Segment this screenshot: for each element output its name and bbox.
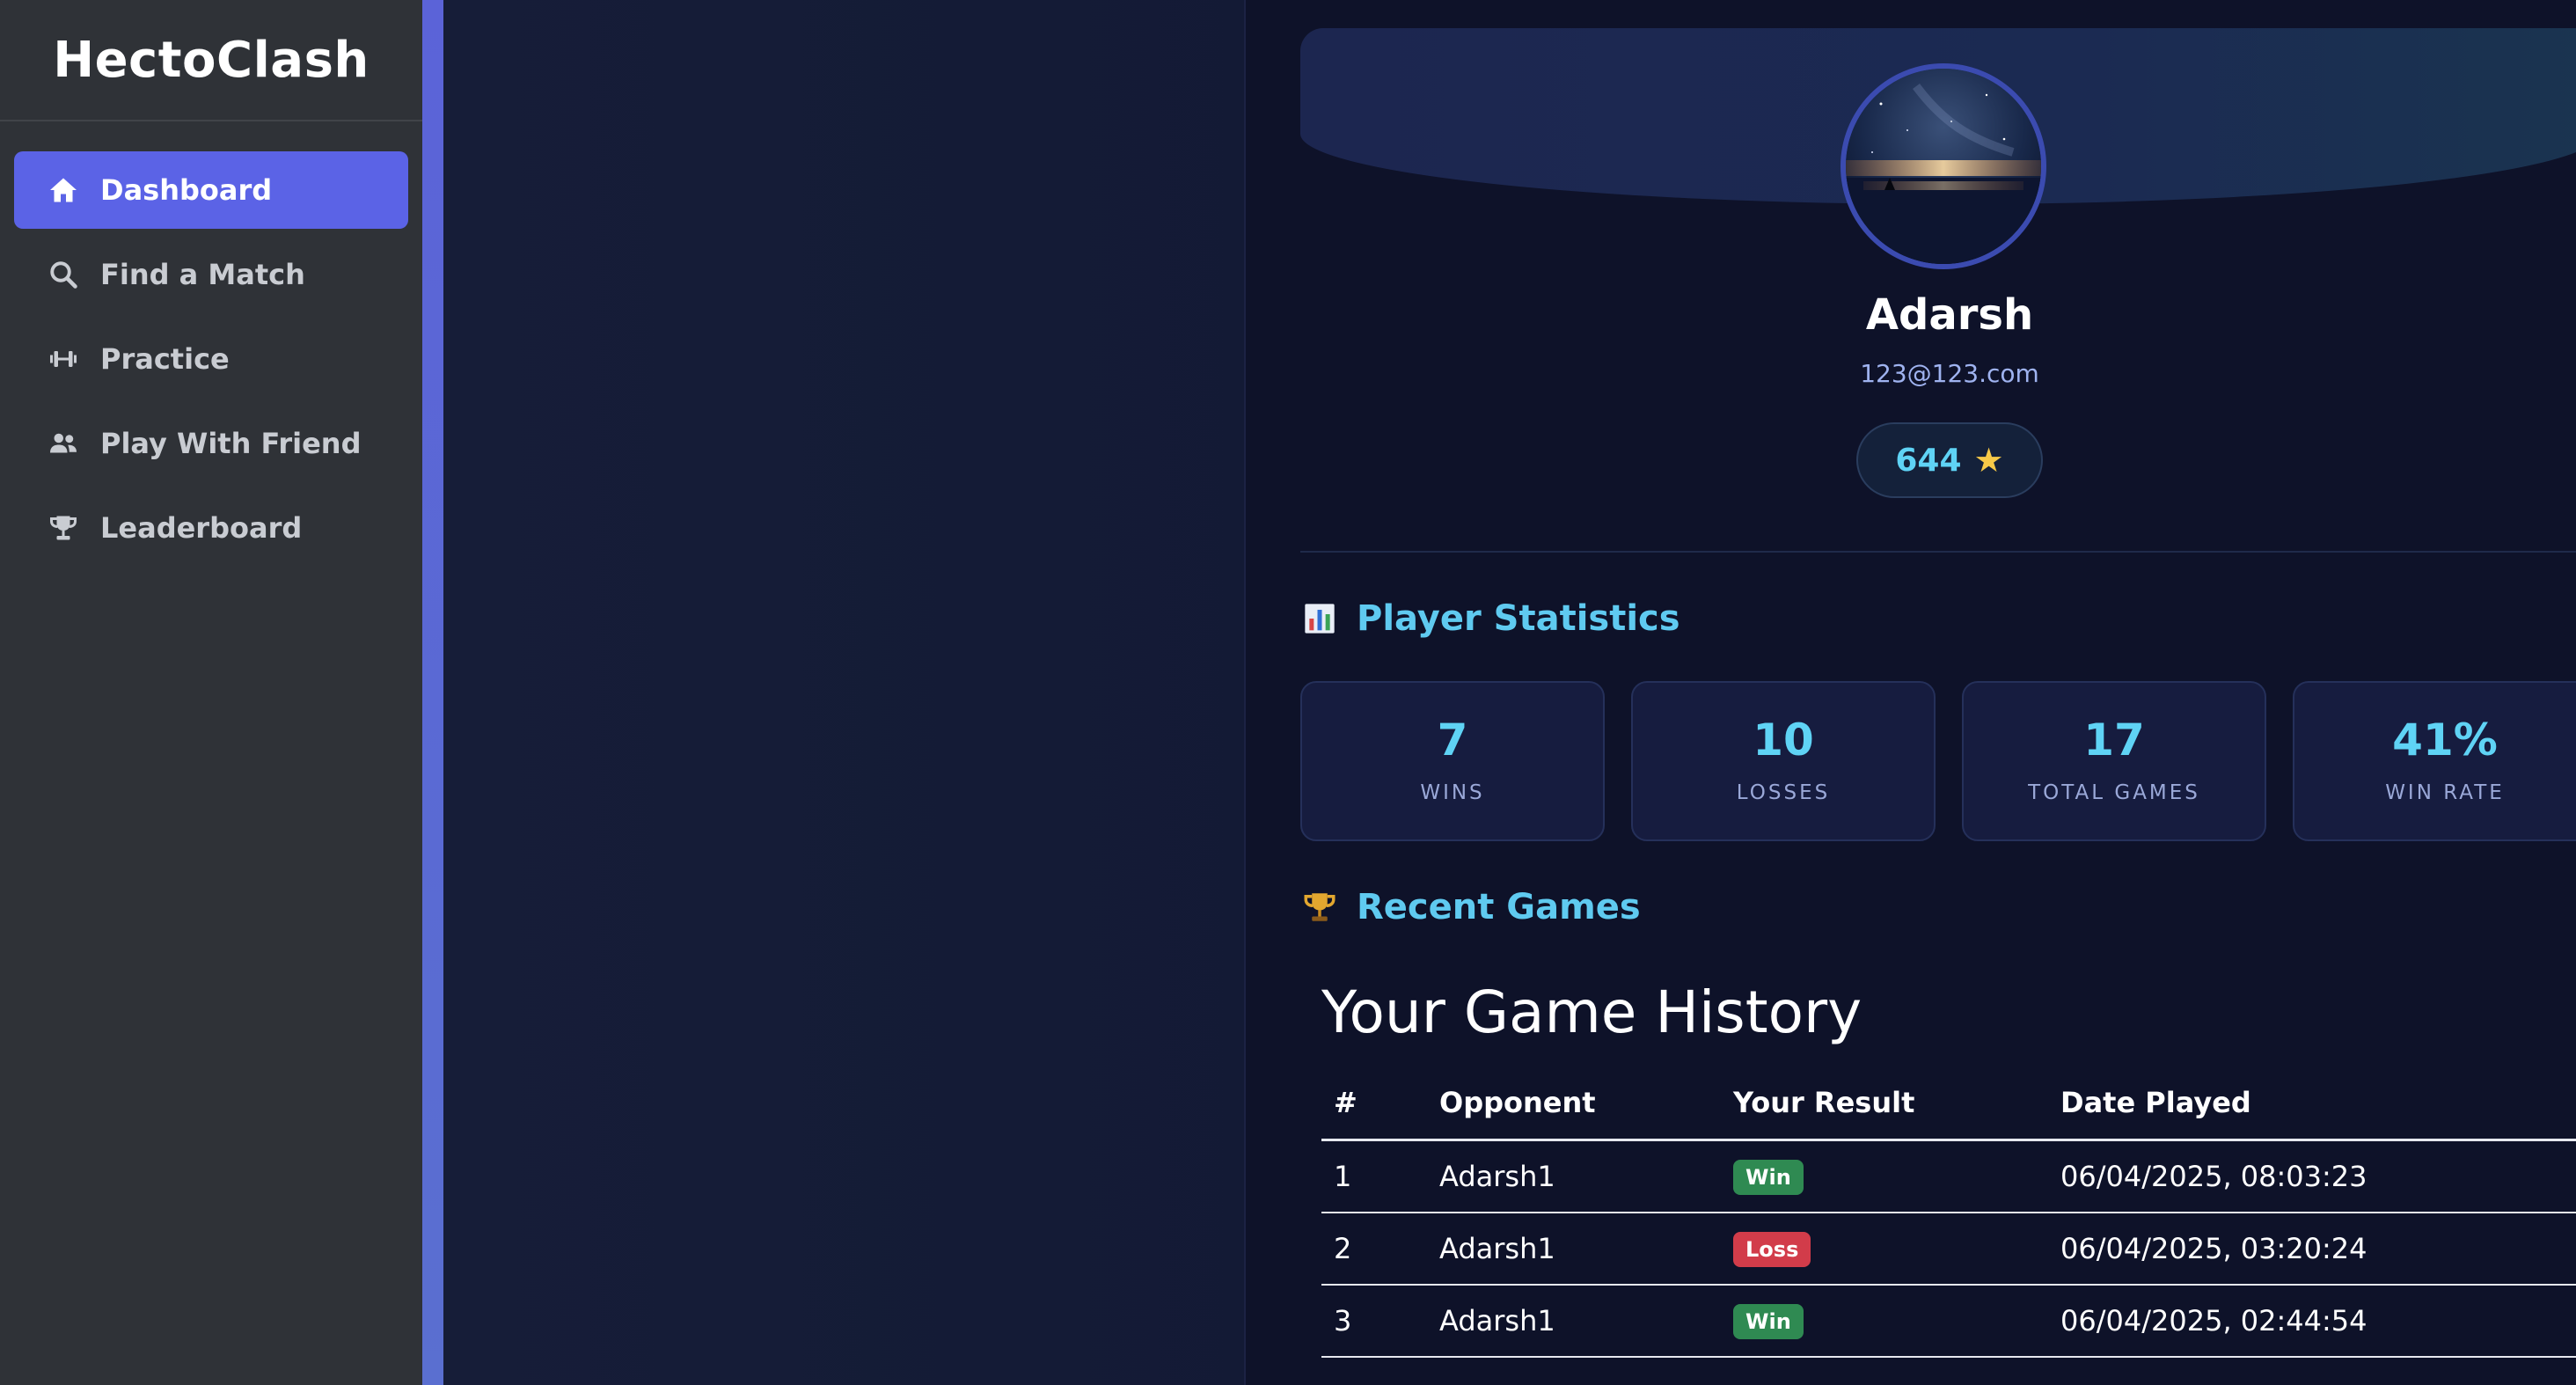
sidebar-item-label: Play With Friend bbox=[100, 427, 362, 460]
table-row: 1 Adarsh1 Win 06/04/2025, 08:03:23 bbox=[1321, 1140, 2576, 1213]
sidebar-nav: Dashboard Find a Match Practice Play Wit… bbox=[0, 121, 422, 567]
sidebar-item-label: Practice bbox=[100, 342, 230, 376]
column-header-result: Your Result bbox=[1733, 1066, 2060, 1141]
player-statistics-heading: Player Statistics bbox=[1300, 598, 1680, 639]
section-title-text: Recent Games bbox=[1357, 887, 1641, 927]
sidebar-accent-stripe bbox=[422, 0, 443, 1385]
section-title-text: Player Statistics bbox=[1357, 598, 1680, 639]
brand-title: HectoClash bbox=[53, 31, 370, 89]
stat-card-losses: 10 LOSSES bbox=[1631, 681, 1936, 841]
game-history-title: Your Game History bbox=[1321, 978, 1862, 1046]
sidebar: HectoClash Dashboard Find a Match Practi… bbox=[0, 0, 422, 1385]
row-index: 3 bbox=[1321, 1285, 1439, 1358]
game-history-table: # Opponent Your Result Date Played 1 Ada… bbox=[1321, 1066, 2576, 1358]
avatar-image bbox=[1846, 69, 2041, 264]
dumbbell-icon bbox=[48, 343, 79, 375]
stats-grid: 7 WINS 10 LOSSES 17 TOTAL GAMES 41% WIN … bbox=[1300, 681, 2576, 841]
stat-label: WINS bbox=[1420, 781, 1485, 804]
column-header-date: Date Played bbox=[2060, 1066, 2576, 1141]
sidebar-item-label: Dashboard bbox=[100, 173, 273, 207]
table-header-row: # Opponent Your Result Date Played bbox=[1321, 1066, 2576, 1141]
star-icon: ★ bbox=[1973, 441, 2004, 480]
sidebar-item-play-with-friend[interactable]: Play With Friend bbox=[14, 405, 408, 482]
row-date: 06/04/2025, 08:03:23 bbox=[2060, 1140, 2576, 1213]
row-result: Win bbox=[1733, 1140, 2060, 1213]
row-index: 1 bbox=[1321, 1140, 1439, 1213]
home-icon bbox=[48, 174, 79, 206]
profile-panel: Adarsh 123@123.com 644 ★ Player Statisti… bbox=[1244, 0, 2576, 1385]
users-icon bbox=[48, 428, 79, 459]
sidebar-item-label: Find a Match bbox=[100, 258, 305, 291]
trophy-icon bbox=[1300, 888, 1339, 927]
row-index: 2 bbox=[1321, 1213, 1439, 1286]
main-area[interactable]: Adarsh 123@123.com 644 ★ Player Statisti… bbox=[443, 0, 2576, 1385]
recent-games-heading: Recent Games bbox=[1300, 887, 1641, 927]
stat-label: WIN RATE bbox=[2385, 781, 2505, 804]
sidebar-item-dashboard[interactable]: Dashboard bbox=[14, 151, 408, 229]
stat-value: 41% bbox=[2392, 714, 2498, 766]
stat-value: 10 bbox=[1753, 714, 1814, 766]
stat-card-wins: 7 WINS bbox=[1300, 681, 1605, 841]
table-row: 3 Adarsh1 Win 06/04/2025, 02:44:54 bbox=[1321, 1285, 2576, 1358]
brand: HectoClash bbox=[0, 0, 422, 121]
result-badge-loss: Loss bbox=[1733, 1232, 1811, 1267]
search-icon bbox=[48, 259, 79, 290]
table-row: 2 Adarsh1 Loss 06/04/2025, 03:20:24 bbox=[1321, 1213, 2576, 1286]
stat-card-total-games: 17 TOTAL GAMES bbox=[1962, 681, 2266, 841]
row-result: Loss bbox=[1733, 1213, 2060, 1286]
sidebar-item-leaderboard[interactable]: Leaderboard bbox=[14, 489, 408, 567]
sidebar-item-find-a-match[interactable]: Find a Match bbox=[14, 236, 408, 313]
result-badge-win: Win bbox=[1733, 1160, 1804, 1195]
app-root: HectoClash Dashboard Find a Match Practi… bbox=[0, 0, 2576, 1385]
sidebar-item-practice[interactable]: Practice bbox=[14, 320, 408, 398]
profile-name: Adarsh bbox=[1865, 290, 2034, 340]
row-date: 06/04/2025, 03:20:24 bbox=[2060, 1213, 2576, 1286]
avatar[interactable] bbox=[1841, 63, 2046, 269]
row-date: 06/04/2025, 02:44:54 bbox=[2060, 1285, 2576, 1358]
bar-chart-icon bbox=[1300, 599, 1339, 638]
rating-badge: 644 ★ bbox=[1856, 422, 2043, 498]
row-opponent: Adarsh1 bbox=[1439, 1213, 1733, 1286]
profile-email: 123@123.com bbox=[1860, 359, 2039, 388]
divider bbox=[1300, 551, 2576, 553]
stat-value: 7 bbox=[1437, 714, 1468, 766]
stat-label: TOTAL GAMES bbox=[2028, 781, 2200, 804]
row-opponent: Adarsh1 bbox=[1439, 1285, 1733, 1358]
row-result: Win bbox=[1733, 1285, 2060, 1358]
trophy-icon bbox=[48, 512, 79, 544]
row-opponent: Adarsh1 bbox=[1439, 1140, 1733, 1213]
column-header-index: # bbox=[1321, 1066, 1439, 1141]
column-header-opponent: Opponent bbox=[1439, 1066, 1733, 1141]
stat-card-win-rate: 41% WIN RATE bbox=[2293, 681, 2576, 841]
stat-value: 17 bbox=[2083, 714, 2145, 766]
sidebar-item-label: Leaderboard bbox=[100, 511, 303, 545]
stat-label: LOSSES bbox=[1736, 781, 1831, 804]
rating-value: 644 bbox=[1895, 442, 1962, 479]
result-badge-win: Win bbox=[1733, 1304, 1804, 1339]
